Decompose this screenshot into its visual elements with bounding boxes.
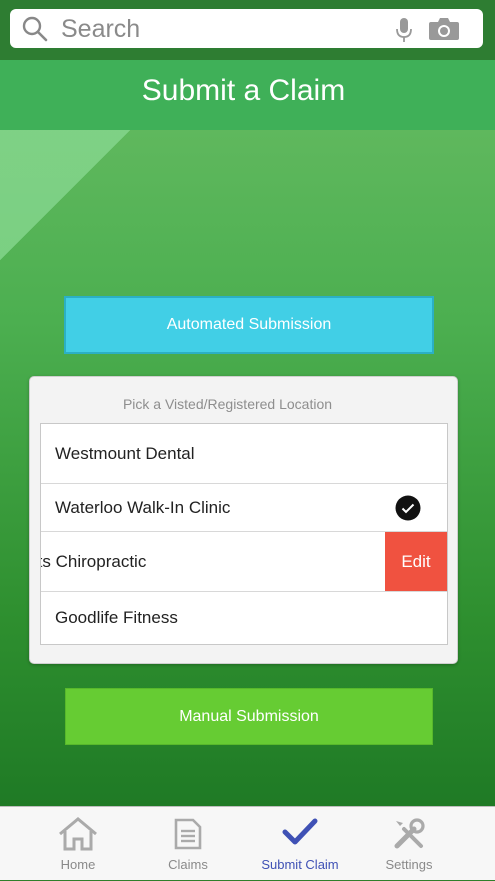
tab-label: Submit Claim (261, 857, 339, 872)
list-item[interactable]: ights Chiropractic Edit (41, 532, 447, 592)
tab-label: Home (60, 857, 96, 872)
list-item-label: Goodlife Fitness (55, 608, 178, 627)
search-icon (22, 16, 48, 47)
tab-label: Claims (168, 857, 208, 872)
main-content: Submit a Claim Automated Submission Pick… (0, 60, 495, 806)
search-input[interactable] (59, 13, 383, 45)
tools-icon (392, 817, 426, 856)
automated-submission-button[interactable]: Automated Submission (64, 296, 434, 354)
tab-label: Settings (385, 857, 433, 872)
list-item[interactable]: Waterloo Walk-In Clinic (41, 484, 447, 532)
list-item-label: Westmount Dental (55, 443, 195, 463)
home-icon (58, 817, 98, 856)
tab-home[interactable]: Home (23, 807, 133, 881)
tab-settings[interactable]: Settings (354, 807, 464, 881)
list-item-label: ights Chiropractic (41, 551, 147, 571)
manual-submission-button[interactable]: Manual Submission (65, 688, 433, 745)
tab-claims[interactable]: Claims (133, 807, 243, 881)
list-item[interactable]: Goodlife Fitness (41, 592, 447, 644)
checkmark-icon (282, 817, 318, 852)
search-bar (0, 0, 495, 60)
tab-submit-claim[interactable]: Submit Claim (245, 807, 355, 881)
edit-button[interactable]: Edit (385, 532, 447, 591)
camera-icon[interactable] (428, 17, 460, 46)
page-title: Submit a Claim (141, 74, 346, 107)
location-picker-dialog: Pick a Visted/Registered Location Westmo… (29, 376, 458, 664)
list-item-label: Waterloo Walk-In Clinic (55, 497, 231, 517)
tab-bar: Home Claims Submit Claim Settings (0, 806, 495, 880)
location-list: Westmount Dental Waterloo Walk-In Clinic… (40, 423, 448, 645)
decorative-fold (0, 130, 130, 260)
search-box[interactable] (10, 9, 483, 48)
selected-checkmark-icon (395, 495, 421, 526)
picker-title: Pick a Visted/Registered Location (122, 396, 333, 412)
list-item[interactable]: Westmount Dental (41, 424, 447, 484)
document-icon (173, 817, 203, 856)
microphone-icon[interactable] (396, 17, 412, 48)
